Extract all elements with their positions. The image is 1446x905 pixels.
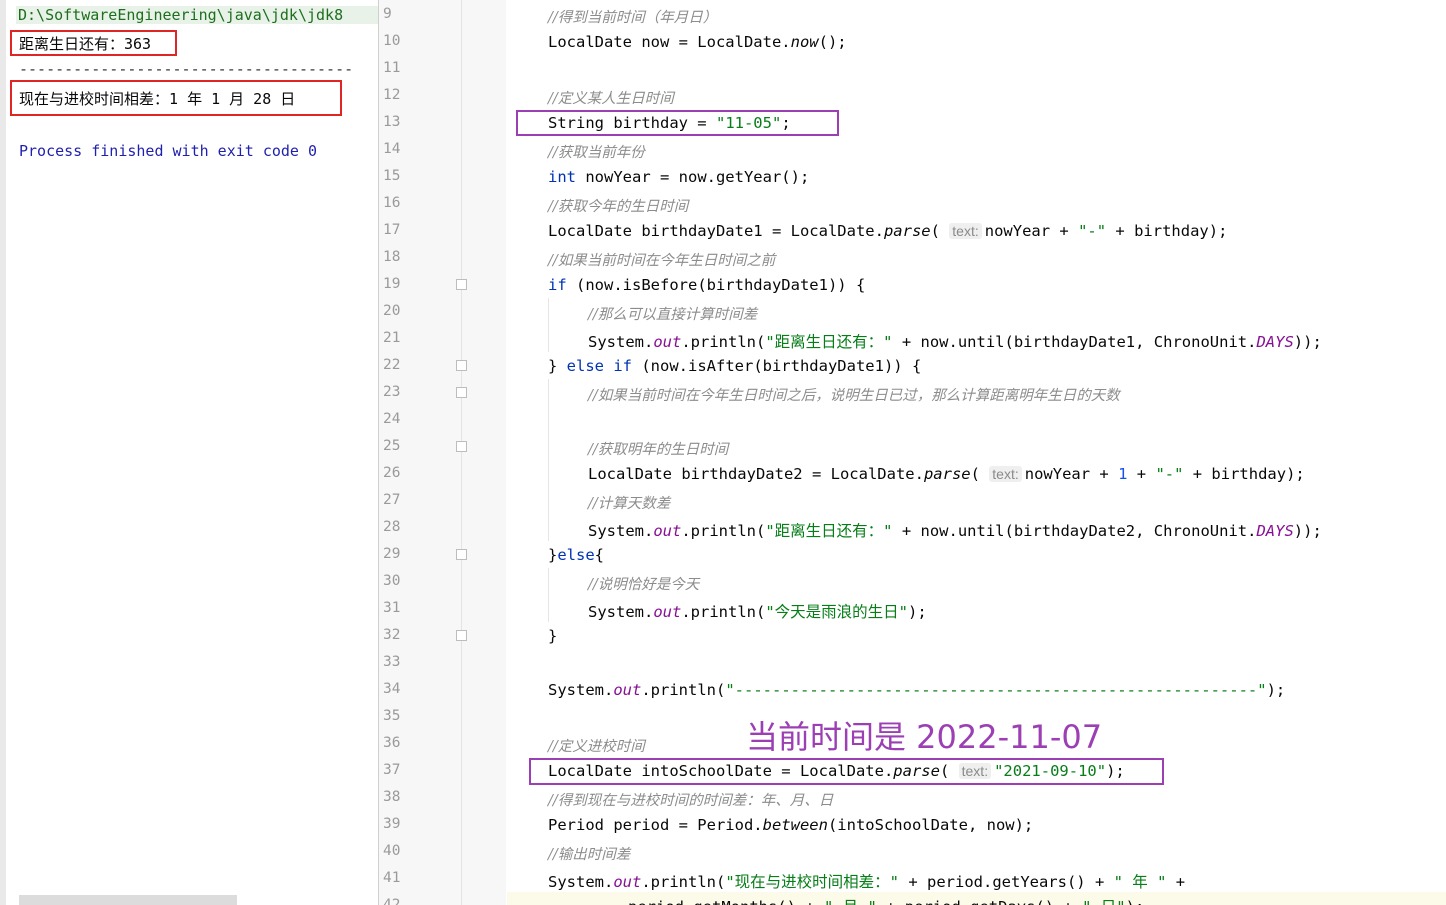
line-number: 22 (383, 357, 401, 373)
line-number: 28 (383, 519, 401, 535)
line-number: 20 (383, 303, 401, 319)
code-line-27: //计算天数差 (588, 496, 671, 512)
code-line-41: System.out.println("现在与进校时间相差：" + period… (548, 873, 1186, 891)
code-line-15: int nowYear = now.getYear(); (548, 168, 810, 186)
line-number: 16 (383, 195, 401, 211)
code-line-31: System.out.println("今天是雨浪的生日"); (588, 603, 927, 621)
indent-guide (548, 298, 549, 352)
line-number: 31 (383, 600, 401, 616)
line-number: 11 (383, 60, 401, 76)
code-line-18: //如果当前时间在今年生日时间之前 (548, 253, 776, 269)
console-output-separator: ------------------------------------- (19, 60, 354, 78)
line-number: 36 (383, 735, 401, 751)
line-number: 13 (383, 114, 401, 130)
line-number: 41 (383, 870, 401, 886)
code-line-36: //定义进校时间 (548, 739, 645, 755)
code-line-21: System.out.println("距离生日还有：" + now.until… (588, 333, 1322, 351)
line-number: 24 (383, 411, 401, 427)
fold-marker-icon[interactable] (456, 630, 467, 641)
line-number: 39 (383, 816, 401, 832)
code-line-10: LocalDate now = LocalDate.now(); (548, 33, 847, 51)
line-number: 9 (383, 6, 392, 22)
code-line-12: //定义某人生日时间 (548, 91, 674, 107)
param-hint: text: (949, 223, 982, 239)
fold-marker-icon[interactable] (456, 387, 467, 398)
line-number: 19 (383, 276, 401, 292)
highlight-birthday-box (516, 110, 839, 136)
code-line-42: period.getMonths() + " 月 " + period.getD… (628, 895, 1144, 905)
line-number: 40 (383, 843, 401, 859)
annotation-current-date: 当前时间是 2022-11-07 (746, 718, 1103, 756)
line-number: 18 (383, 249, 401, 265)
code-line-39: Period period = Period.between(intoSchoo… (548, 816, 1034, 834)
line-number: 38 (383, 789, 401, 805)
line-number: 34 (383, 681, 401, 697)
code-line-14: //获取当前年份 (548, 145, 645, 161)
console-process-finished: Process finished with exit code 0 (19, 142, 318, 160)
run-console[interactable]: D:\SoftwareEngineering\java\jdk\jdk8 距离生… (0, 0, 378, 905)
code-line-17: LocalDate birthdayDate1 = LocalDate.pars… (548, 222, 1228, 240)
code-line-25: //获取明年的生日时间 (588, 442, 729, 458)
highlight-school-date-box (529, 758, 1164, 785)
console-command-path: D:\SoftwareEngineering\java\jdk\jdk8 (16, 6, 378, 24)
line-number: 26 (383, 465, 401, 481)
line-number: 37 (383, 762, 401, 778)
fold-marker-icon[interactable] (456, 441, 467, 452)
code-line-28: System.out.println("距离生日还有：" + now.until… (588, 522, 1322, 540)
line-number: 42 (383, 897, 401, 905)
code-line-38: //得到现在与进校时间的时间差：年、月、日 (548, 793, 834, 809)
fold-column-line (461, 0, 462, 905)
code-line-22: } else if (now.isAfter(birthdayDate1)) { (548, 357, 922, 375)
line-number: 15 (383, 168, 401, 184)
fold-marker-icon[interactable] (456, 360, 467, 371)
line-number: 27 (383, 492, 401, 508)
code-line-34: System.out.println("--------------------… (548, 681, 1286, 699)
code-line-32: } (548, 627, 558, 645)
code-line-20: //那么可以直接计算时间差 (588, 307, 758, 323)
line-number: 12 (383, 87, 401, 103)
highlight-days-box (10, 30, 177, 56)
line-number: 25 (383, 438, 401, 454)
code-line-29: }else{ (548, 546, 605, 564)
highlight-diff-box (10, 80, 342, 116)
indent-guide (548, 379, 549, 541)
line-number: 35 (383, 708, 401, 724)
code-line-23: //如果当前时间在今年生日时间之后，说明生日已过，那么计算距离明年生日的天数 (588, 388, 1120, 404)
line-number: 10 (383, 33, 401, 49)
code-line-40: //输出时间差 (548, 847, 631, 863)
line-number: 32 (383, 627, 401, 643)
line-number: 23 (383, 384, 401, 400)
line-number: 30 (383, 573, 401, 589)
code-line-26: LocalDate birthdayDate2 = LocalDate.pars… (588, 465, 1305, 483)
indent-guide (548, 568, 549, 622)
line-number: 17 (383, 222, 401, 238)
console-horizontal-scrollbar[interactable] (19, 895, 237, 905)
line-number: 14 (383, 141, 401, 157)
fold-marker-icon[interactable] (456, 279, 467, 290)
code-line-9: //得到当前时间（年月日） (548, 10, 718, 26)
param-hint: text: (989, 466, 1022, 482)
code-line-30: //说明恰好是今天 (588, 577, 700, 593)
line-number: 33 (383, 654, 401, 670)
code-line-16: //获取今年的生日时间 (548, 199, 689, 215)
line-number: 29 (383, 546, 401, 562)
fold-marker-icon[interactable] (456, 549, 467, 560)
line-number: 21 (383, 330, 401, 346)
code-line-19: if (now.isBefore(birthdayDate1)) { (548, 276, 866, 294)
